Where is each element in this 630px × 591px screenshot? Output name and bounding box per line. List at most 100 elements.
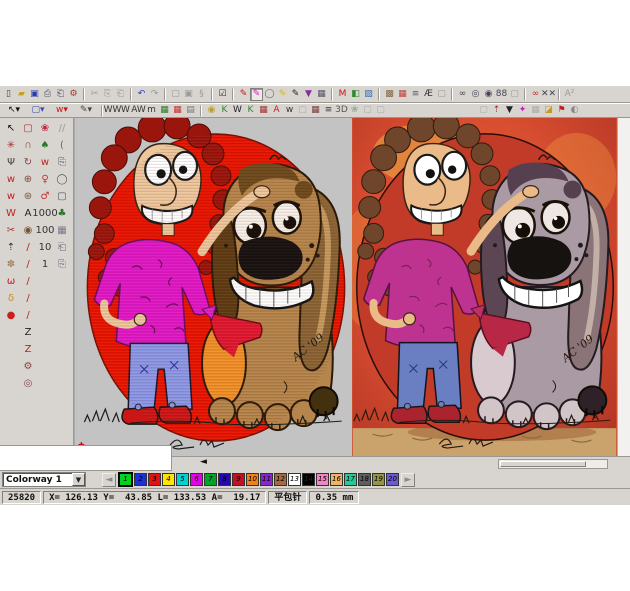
- colorway-select[interactable]: Colorway 1 ▼: [2, 472, 86, 487]
- stitch-marks-button[interactable]: M: [336, 88, 349, 101]
- palm-tool[interactable]: ♣: [54, 206, 70, 222]
- star-button[interactable]: ✦: [516, 105, 529, 117]
- doc-grid-tool[interactable]: ⎘: [54, 257, 70, 273]
- palette-chip-5[interactable]: 5: [176, 473, 189, 486]
- zoom-fit-button[interactable]: ▣: [182, 88, 195, 101]
- design-canvas[interactable]: AC '09: [74, 118, 352, 456]
- pointer-tool-button[interactable]: ↖▾: [2, 105, 26, 117]
- duck-tool[interactable]: δ: [3, 291, 19, 307]
- palette-chip-4[interactable]: 4: [162, 473, 175, 486]
- dither-grid-button[interactable]: ▦: [396, 88, 409, 101]
- pen-select-button[interactable]: ✎▾: [74, 105, 98, 117]
- lettering-button[interactable]: Æ: [422, 88, 435, 101]
- globe-tool[interactable]: ⊛: [20, 189, 36, 205]
- satin-aw-button[interactable]: AW: [132, 105, 145, 117]
- palette-chip-18[interactable]: 18: [358, 473, 371, 486]
- fill-m-button[interactable]: m: [145, 105, 158, 117]
- flower-grayed-button[interactable]: ❀: [348, 105, 361, 117]
- hatch-tool[interactable]: //: [54, 121, 70, 137]
- figure-tool[interactable]: ♀: [37, 172, 53, 188]
- z-red-tool[interactable]: Z: [20, 342, 36, 358]
- star-tool[interactable]: ✳: [3, 138, 19, 154]
- thread-tool[interactable]: ⇡: [3, 240, 19, 256]
- filter-button[interactable]: ▼: [503, 105, 516, 117]
- eye-tool[interactable]: ◉: [20, 223, 36, 239]
- tatami-green-button[interactable]: ▦: [158, 105, 171, 117]
- link-cd-button[interactable]: ∞: [456, 88, 469, 101]
- redo-button[interactable]: ↷: [148, 88, 161, 101]
- design-check-button[interactable]: ☑: [216, 88, 229, 101]
- palette-chip-6[interactable]: 6: [190, 473, 203, 486]
- zoom-box-button[interactable]: ▢: [169, 88, 182, 101]
- undo-button[interactable]: ↶: [135, 88, 148, 101]
- snip-tool[interactable]: ✂: [3, 223, 19, 239]
- grid-button[interactable]: ▦: [315, 88, 328, 101]
- bitmap-button[interactable]: ▨: [362, 88, 375, 101]
- ellipse-draw-tool[interactable]: ◯: [54, 172, 70, 188]
- artwork-canvas[interactable]: AC '09: [352, 118, 617, 456]
- run-stitch5-tool[interactable]: /: [20, 308, 36, 324]
- rect-draw-tool[interactable]: ▢: [54, 189, 70, 205]
- oval-b-button[interactable]: ▢: [374, 105, 387, 117]
- flower-fill-tool[interactable]: ❀: [37, 121, 53, 137]
- sewing-machine-button[interactable]: ⚙: [67, 88, 80, 101]
- run-stitch-tool[interactable]: /: [20, 240, 36, 256]
- superscript-button[interactable]: A²: [563, 88, 576, 101]
- density-10-tool[interactable]: 10: [37, 240, 53, 256]
- stitch-w2-button[interactable]: w: [283, 105, 296, 117]
- run-stitch3-tool[interactable]: /: [20, 274, 36, 290]
- hand-zigzag-button[interactable]: K: [244, 105, 257, 117]
- cut-button[interactable]: ✂: [88, 88, 101, 101]
- glove-tool[interactable]: ✽: [3, 257, 19, 273]
- fist-tool[interactable]: ●: [3, 308, 19, 324]
- density-100-tool[interactable]: 100: [37, 223, 53, 239]
- palette-scroll-left[interactable]: ◄: [102, 473, 116, 487]
- run-stitch2-tool[interactable]: /: [20, 257, 36, 273]
- palette-chip-3[interactable]: 3: [148, 473, 161, 486]
- palette-chip-16[interactable]: 16: [330, 473, 343, 486]
- double-x-button[interactable]: ✕✕: [542, 88, 555, 101]
- ellipse-tool-button[interactable]: ◯: [263, 88, 276, 101]
- palette-collapse-arrow[interactable]: ◄: [200, 458, 207, 467]
- palette-chip-15[interactable]: 15: [316, 473, 329, 486]
- satin-tool[interactable]: w: [37, 155, 53, 171]
- yellow-brush-button[interactable]: ✎: [276, 88, 289, 101]
- magenta-brush-button[interactable]: ✎: [250, 88, 263, 101]
- palette-chip-11[interactable]: 11: [260, 473, 273, 486]
- pin-button[interactable]: ▼: [302, 88, 315, 101]
- satin-ww-button[interactable]: WW: [106, 105, 119, 117]
- wheel-tool[interactable]: ⊕: [20, 172, 36, 188]
- weave-button[interactable]: ▤: [184, 105, 197, 117]
- tree-fill-tool[interactable]: ♠: [37, 138, 53, 154]
- palette-chip-14[interactable]: 14: [302, 473, 315, 486]
- palette-chip-19[interactable]: 19: [372, 473, 385, 486]
- small-satin-tool[interactable]: w: [3, 172, 19, 188]
- palette-chip-1[interactable]: 1: [118, 472, 133, 487]
- link-88-button[interactable]: 88: [495, 88, 508, 101]
- blank-tool-button[interactable]: ▢: [296, 105, 309, 117]
- palette-scroll-right[interactable]: ►: [401, 473, 415, 487]
- scrollbar-thumb[interactable]: [500, 461, 586, 467]
- new-file-button[interactable]: ▯: [2, 88, 15, 101]
- frame2-button[interactable]: ▢: [477, 105, 490, 117]
- link-pair-button[interactable]: ◉: [482, 88, 495, 101]
- grid-frame-tool[interactable]: ▦: [54, 223, 70, 239]
- pencil-button[interactable]: ✎: [289, 88, 302, 101]
- chart-button[interactable]: ◧: [349, 88, 362, 101]
- palette-chip-8[interactable]: 8: [218, 473, 231, 486]
- palette-chip-10[interactable]: 10: [246, 473, 259, 486]
- applique-button[interactable]: A: [270, 105, 283, 117]
- lines-button[interactable]: ≡: [322, 105, 335, 117]
- doc-pencil-tool[interactable]: ⎗: [54, 240, 70, 256]
- rotate-tool[interactable]: ↻: [20, 155, 36, 171]
- kerning-button[interactable]: ▢: [435, 88, 448, 101]
- zigzag-green-button[interactable]: K: [218, 105, 231, 117]
- fork-tool[interactable]: Ψ: [3, 155, 19, 171]
- lips-tool[interactable]: ω: [3, 274, 19, 290]
- align-button[interactable]: ≡: [409, 88, 422, 101]
- print-preview-button[interactable]: ⎗: [54, 88, 67, 101]
- save-button[interactable]: ▣: [28, 88, 41, 101]
- gears-tool[interactable]: ⚙: [20, 359, 36, 375]
- stitch-w-button[interactable]: W: [231, 105, 244, 117]
- dropdown-arrow-icon[interactable]: ▼: [72, 473, 85, 486]
